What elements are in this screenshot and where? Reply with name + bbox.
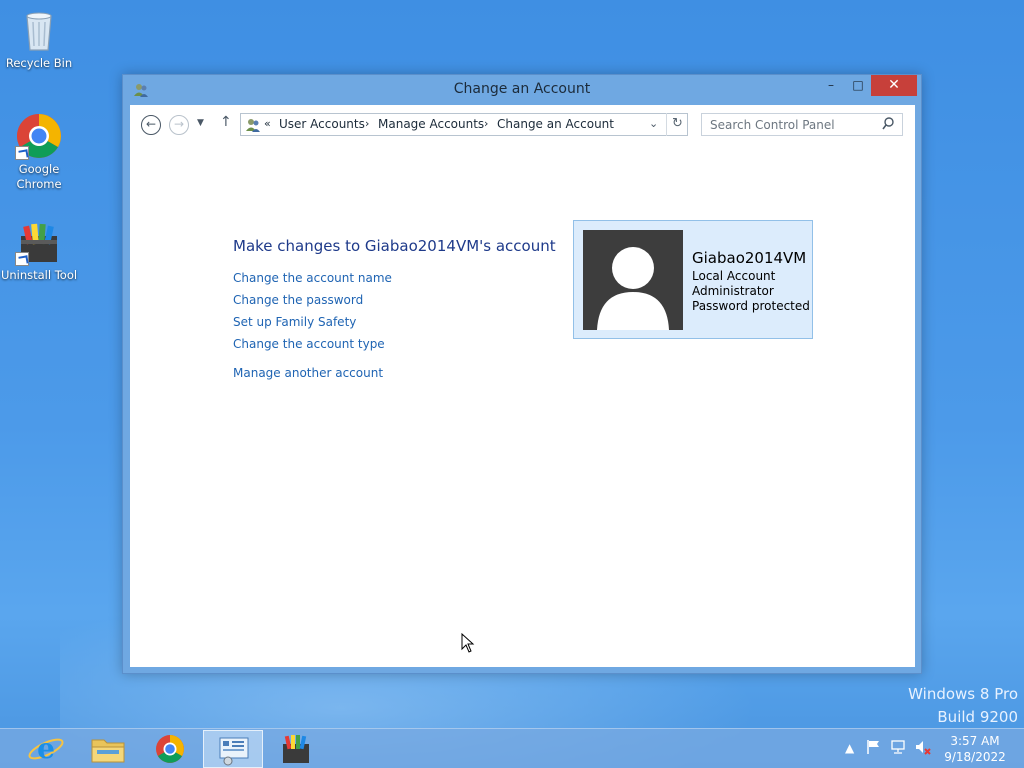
breadcrumb-separator-icon[interactable]: ›: [484, 117, 488, 130]
uninstall-tool-icon[interactable]: [266, 730, 326, 768]
recycle-bin-icon: [15, 6, 63, 54]
refresh-icon[interactable]: ↻: [666, 113, 688, 136]
control-panel-icon: [245, 117, 261, 137]
windows-edition-watermark: Windows 8 Pro: [908, 685, 1018, 703]
address-dropdown-chevron-icon[interactable]: ⌄: [649, 117, 658, 130]
desktop-icon-label: Recycle Bin: [5, 56, 73, 70]
account-type: Local Account: [692, 269, 776, 283]
internet-explorer-icon[interactable]: e: [16, 730, 76, 768]
search-placeholder: Search Control Panel: [710, 118, 835, 132]
network-icon[interactable]: [890, 739, 908, 768]
account-card: Giabao2014VM Local Account Administrator…: [573, 220, 813, 339]
window-content: ← → ▼ ↑ « User Accounts › Manage Account…: [130, 105, 915, 667]
shortcut-arrow-icon: [15, 146, 29, 160]
volume-muted-icon[interactable]: [914, 739, 932, 768]
address-bar[interactable]: « User Accounts › Manage Accounts › Chan…: [240, 113, 688, 136]
title-bar[interactable]: Change an Account – □ ✕: [123, 75, 921, 105]
search-input[interactable]: Search Control Panel: [701, 113, 903, 136]
page-heading: Make changes to Giabao2014VM's account: [233, 237, 556, 255]
show-hidden-icons-chevron-icon[interactable]: ▲: [845, 741, 854, 768]
account-name: Giabao2014VM: [692, 249, 807, 267]
desktop-icon-label: Google Chrome: [16, 162, 62, 191]
file-explorer-icon[interactable]: [78, 730, 138, 768]
breadcrumb-change-account[interactable]: Change an Account: [497, 117, 614, 131]
window-title: Change an Account: [453, 81, 591, 97]
mouse-cursor-icon: [461, 632, 475, 657]
desktop-icon-label: Uninstall Tool: [0, 268, 78, 282]
taskbar: e ▲ 3:57 AM 9/18/2022: [0, 728, 1024, 768]
change-account-name-link[interactable]: Change the account name: [233, 271, 392, 285]
breadcrumb-overflow[interactable]: «: [264, 117, 271, 130]
maximize-button[interactable]: □: [845, 75, 871, 96]
clock-time: 3:57 AM: [950, 734, 1000, 748]
minimize-button[interactable]: –: [817, 75, 845, 96]
manage-another-account-link[interactable]: Manage another account: [233, 366, 383, 380]
breadcrumb-separator-icon[interactable]: ›: [365, 117, 369, 130]
back-icon[interactable]: ←: [141, 115, 161, 135]
breadcrumb-user-accounts[interactable]: User Accounts: [279, 117, 365, 131]
forward-icon[interactable]: →: [169, 115, 189, 135]
change-account-window: Change an Account – □ ✕ ← → ▼ ↑ « User A…: [122, 74, 922, 674]
windows-build-watermark: Build 9200: [937, 708, 1018, 726]
action-center-flag-icon[interactable]: [866, 739, 882, 768]
change-password-link[interactable]: Change the password: [233, 293, 363, 307]
desktop-icon-recycle-bin[interactable]: Recycle Bin: [0, 6, 78, 71]
shortcut-arrow-icon: [15, 252, 29, 266]
family-safety-link[interactable]: Set up Family Safety: [233, 315, 356, 329]
control-panel-icon[interactable]: [203, 730, 263, 768]
account-role: Administrator: [692, 284, 774, 298]
breadcrumb-manage-accounts[interactable]: Manage Accounts: [378, 117, 484, 131]
close-button[interactable]: ✕: [871, 75, 917, 96]
chrome-icon[interactable]: [140, 730, 200, 768]
user-avatar-icon: [583, 230, 683, 330]
uninstall-tool-icon: [15, 218, 63, 266]
account-status: Password protected: [692, 299, 810, 313]
chrome-icon: [15, 112, 63, 160]
desktop-icon-google-chrome[interactable]: Google Chrome: [0, 112, 78, 192]
desktop-icon-uninstall-tool[interactable]: Uninstall Tool: [0, 218, 78, 283]
up-arrow-icon[interactable]: ↑: [220, 114, 232, 130]
svg-text:e: e: [37, 732, 55, 765]
search-icon[interactable]: [882, 117, 894, 134]
clock-date: 9/18/2022: [944, 750, 1006, 764]
recent-locations-chevron-icon[interactable]: ▼: [197, 118, 204, 128]
taskbar-clock[interactable]: 3:57 AM 9/18/2022: [940, 733, 1010, 765]
change-account-type-link[interactable]: Change the account type: [233, 337, 385, 351]
